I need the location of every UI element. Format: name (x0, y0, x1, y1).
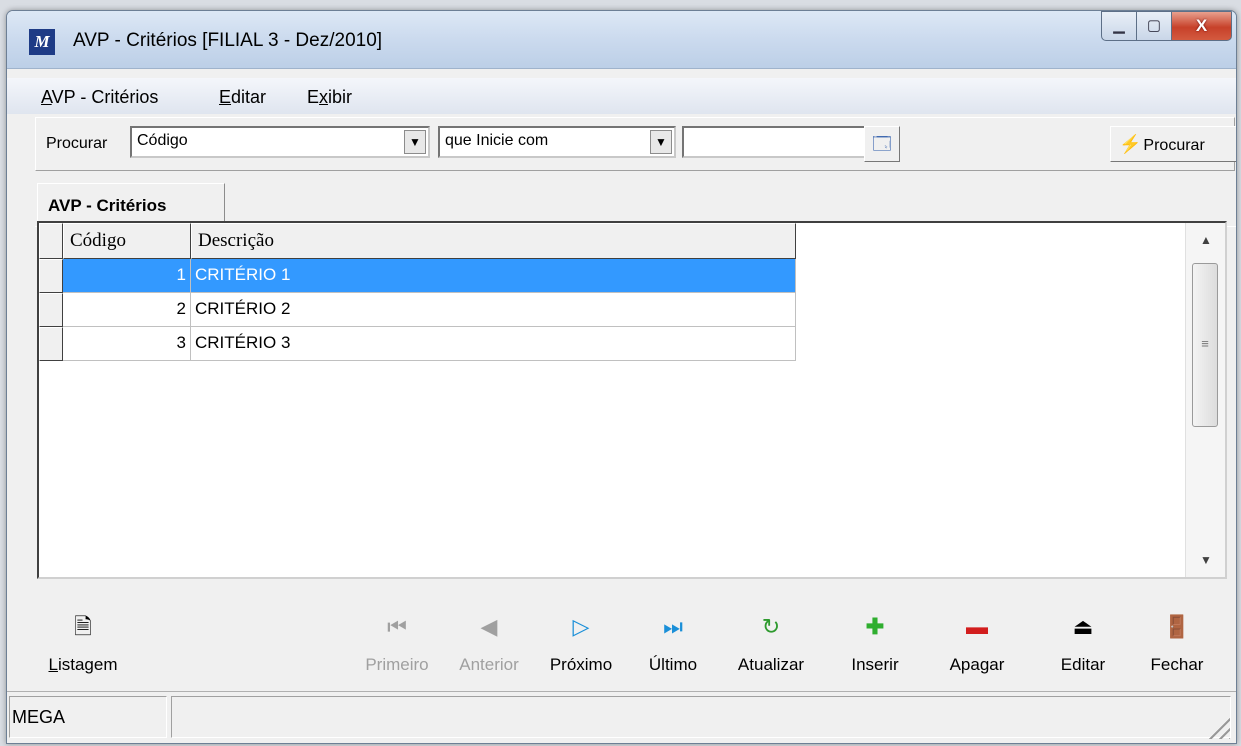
next-icon: ▷ (572, 614, 590, 639)
minus-icon: ▬ (966, 614, 988, 639)
action-bar: 🗎 Listagem ⏮ Primeiro ◀ Anterior ▷ Próxi… (35, 593, 1235, 693)
close-button[interactable]: X (1172, 11, 1232, 41)
primeiro-button[interactable]: ⏮ Primeiro (351, 611, 443, 675)
row-indicator (39, 259, 63, 293)
fechar-button[interactable]: 🚪 Fechar (1131, 611, 1223, 675)
scroll-down-icon[interactable]: ▼ (1186, 543, 1226, 577)
grid-body: Código Descrição 1 CRITÉRIO 1 2 CRITÉRIO… (39, 223, 1185, 577)
previous-icon: ◀ (480, 614, 498, 639)
chevron-down-icon[interactable]: ▼ (404, 130, 426, 154)
cell-codigo[interactable]: 2 (63, 293, 191, 327)
grid-header: Código Descrição (39, 223, 796, 259)
status-company: MEGA (9, 696, 167, 738)
app-logo-icon: M (29, 29, 55, 55)
editar-button[interactable]: ⏏ Editar (1037, 611, 1129, 675)
cell-descricao[interactable]: CRITÉRIO 2 (191, 293, 796, 327)
proximo-button[interactable]: ▷ Próximo (535, 611, 627, 675)
vertical-scrollbar[interactable]: ▲ ≡ ▼ (1185, 223, 1225, 577)
filter-settings-icon: 🗔 (872, 134, 892, 154)
inserir-button[interactable]: ✚ Inserir (829, 611, 921, 675)
row-indicator-header (39, 223, 63, 259)
anterior-button[interactable]: ◀ Anterior (443, 611, 535, 675)
apagar-button[interactable]: ▬ Apagar (931, 611, 1023, 675)
menu-exibir[interactable]: Exibir (307, 87, 352, 108)
refresh-icon: ↻ (761, 614, 781, 639)
table-row[interactable]: 1 CRITÉRIO 1 (39, 259, 796, 293)
main-window: M AVP - Critérios [FILIAL 3 - Dez/2010] … (6, 10, 1237, 744)
cell-descricao[interactable]: CRITÉRIO 3 (191, 327, 796, 361)
plus-icon: ✚ (865, 614, 885, 639)
menu-avp-criterios[interactable]: AVP - Critérios (41, 87, 158, 108)
table-row[interactable]: 3 CRITÉRIO 3 (39, 327, 796, 361)
minimize-button[interactable]: ▁ (1101, 11, 1137, 41)
column-header-descricao[interactable]: Descrição (191, 223, 796, 259)
search-toolbar: Procurar Código ▼ que Inicie com ▼ 🗔 ⚡ Pr… (35, 117, 1236, 171)
cell-descricao[interactable]: CRITÉRIO 1 (191, 259, 796, 293)
row-indicator (39, 327, 63, 361)
search-label: Procurar (46, 135, 108, 152)
cell-codigo[interactable]: 1 (63, 259, 191, 293)
exit-door-icon: 🚪 (1163, 614, 1191, 639)
menu-editar[interactable]: Editar (219, 87, 266, 108)
window-title: AVP - Critérios [FILIAL 3 - Dez/2010] (73, 30, 383, 51)
atualizar-button[interactable]: ↻ Atualizar (725, 611, 817, 675)
status-bar: MEGA (7, 691, 1236, 743)
search-operator-select[interactable]: que Inicie com ▼ (438, 126, 676, 158)
search-options-button[interactable]: 🗔 (864, 126, 900, 162)
chevron-down-icon[interactable]: ▼ (650, 130, 672, 154)
row-indicator (39, 293, 63, 327)
scroll-up-icon[interactable]: ▲ (1186, 223, 1226, 257)
search-field-select[interactable]: Código ▼ (130, 126, 430, 158)
status-message (171, 696, 1231, 738)
last-icon: ⏭ (663, 614, 683, 639)
table-row[interactable]: 2 CRITÉRIO 2 (39, 293, 796, 327)
menu-bar: AVP - Critérios Editar Exibir (7, 78, 1236, 114)
window-controls: ▁ ▢ X (1101, 11, 1232, 41)
scroll-thumb[interactable]: ≡ (1192, 263, 1218, 427)
title-bar[interactable]: M AVP - Critérios [FILIAL 3 - Dez/2010] … (7, 11, 1236, 69)
listagem-button[interactable]: 🗎 Listagem (37, 611, 129, 675)
eject-icon: ⏏ (1072, 614, 1094, 639)
search-button[interactable]: ⚡ Procurar (1110, 126, 1236, 162)
maximize-button[interactable]: ▢ (1137, 11, 1172, 41)
ultimo-button[interactable]: ⏭ Último (627, 611, 719, 675)
data-grid[interactable]: Código Descrição 1 CRITÉRIO 1 2 CRITÉRIO… (37, 221, 1227, 579)
cell-codigo[interactable]: 3 (63, 327, 191, 361)
column-header-codigo[interactable]: Código (63, 223, 191, 259)
search-input[interactable] (682, 126, 882, 158)
first-icon: ⏮ (387, 614, 407, 639)
binoculars-icon: ⚡ (1119, 134, 1142, 154)
report-icon: 🗎 (74, 614, 92, 639)
